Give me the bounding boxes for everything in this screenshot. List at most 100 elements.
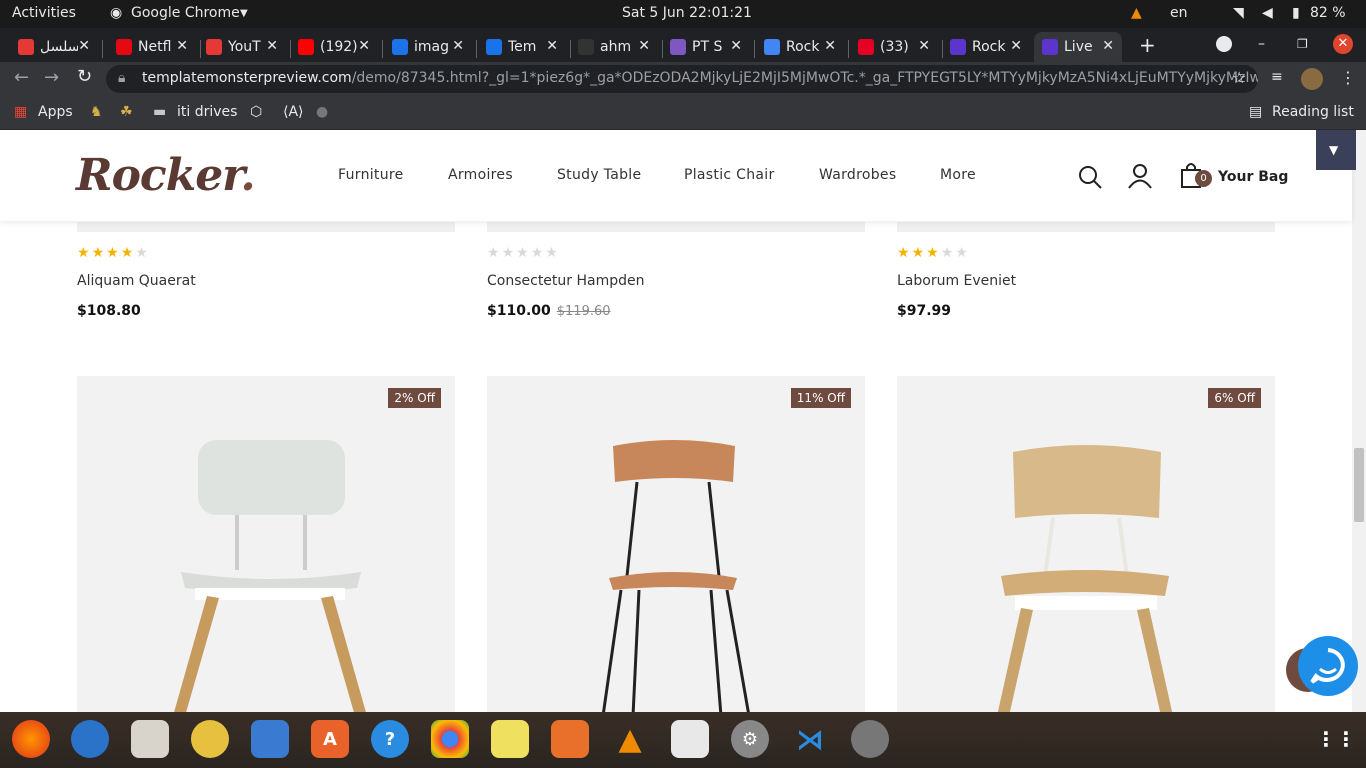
nav-armoires[interactable]: Armoires: [448, 167, 513, 183]
tab-close-icon[interactable]: ✕: [638, 38, 650, 54]
tab-close-icon[interactable]: ✕: [266, 38, 278, 54]
language-indicator[interactable]: en: [1170, 5, 1188, 21]
tab-favicon: [486, 39, 502, 55]
dropdown-toggle[interactable]: ▼: [1316, 130, 1356, 170]
vlc-tray-icon[interactable]: ▲: [1131, 5, 1142, 21]
minimize-button[interactable]: –: [1258, 36, 1265, 52]
tab-close-icon[interactable]: ✕: [452, 38, 464, 54]
tab-7[interactable]: PT S ✕: [662, 32, 750, 62]
product-name[interactable]: Consectetur Hampden: [487, 273, 645, 289]
nav-more[interactable]: More: [940, 167, 976, 183]
tab-5[interactable]: Tem ✕: [478, 32, 566, 62]
discount-badge: 11% Off: [790, 388, 851, 408]
tab-9[interactable]: (33) ✕: [850, 32, 938, 62]
star-empty-icon: ★: [530, 245, 546, 261]
show-apps-icon[interactable]: ⋮⋮: [1316, 720, 1356, 758]
close-window-button[interactable]: ✕: [1333, 34, 1353, 54]
tab-8[interactable]: Rock ✕: [756, 32, 844, 62]
search-icon[interactable]: [1077, 164, 1103, 190]
product-name[interactable]: Laborum Eveniet: [897, 273, 1016, 289]
tab-1[interactable]: Netfl ✕: [108, 32, 196, 62]
tab-search-icon[interactable]: [1216, 36, 1232, 52]
rhythmbox-icon[interactable]: [191, 720, 229, 758]
tab-3[interactable]: (192) ✕: [290, 32, 378, 62]
tab-close-icon[interactable]: ✕: [730, 38, 742, 54]
product-image[interactable]: 11% Off: [487, 376, 865, 712]
tab-close-icon[interactable]: ✕: [1102, 38, 1114, 54]
thunderbird-icon[interactable]: [71, 720, 109, 758]
menu-icon[interactable]: ⋮: [1340, 68, 1356, 87]
bookmark-apps[interactable]: Apps: [38, 104, 73, 120]
scrollbar-thumb[interactable]: [1354, 448, 1364, 522]
bookmark-icon-3[interactable]: ⟨A⟩: [283, 104, 304, 120]
chrome-dock-icon[interactable]: [431, 720, 469, 758]
disk-icon[interactable]: [851, 720, 889, 758]
back-icon[interactable]: ←: [14, 67, 29, 88]
new-tab-button[interactable]: +: [1139, 33, 1156, 57]
tab-title: Rock: [786, 39, 820, 55]
tab-close-icon[interactable]: ✕: [176, 38, 188, 54]
product-name[interactable]: Aliquam Quaerat: [77, 273, 196, 289]
wifi-icon[interactable]: ◥: [1233, 5, 1244, 21]
tab-close-icon[interactable]: ✕: [546, 38, 558, 54]
nav-study-table[interactable]: Study Table: [557, 167, 641, 183]
tab-close-icon[interactable]: ✕: [824, 38, 836, 54]
software-center-icon[interactable]: A: [311, 720, 349, 758]
nav-wardrobes[interactable]: Wardrobes: [819, 167, 896, 183]
site-logo[interactable]: Rocker.: [76, 150, 256, 201]
your-bag-link[interactable]: Your Bag: [1218, 169, 1288, 185]
page-scrollbar[interactable]: [1352, 130, 1366, 712]
forward-icon[interactable]: →: [44, 67, 59, 88]
nav-plastic-chair[interactable]: Plastic Chair: [684, 167, 775, 183]
document-viewer-icon[interactable]: [671, 720, 709, 758]
firefox-icon[interactable]: [12, 720, 50, 758]
bookmark-iti-drives[interactable]: iti drives: [177, 104, 237, 120]
sticky-notes-icon[interactable]: [491, 720, 529, 758]
reading-list[interactable]: Reading list: [1272, 104, 1354, 120]
nav-furniture[interactable]: Furniture: [338, 167, 404, 183]
github-icon[interactable]: ●: [316, 104, 328, 120]
help-icon[interactable]: ?: [371, 720, 409, 758]
vlc-icon[interactable]: ▲: [611, 720, 649, 758]
battery-icon[interactable]: ▮: [1292, 5, 1300, 21]
volume-icon[interactable]: ◀: [1262, 5, 1273, 21]
media-control-icon[interactable]: ≡: [1271, 69, 1283, 85]
profile-avatar[interactable]: [1301, 68, 1323, 90]
url-domain: templatemonsterpreview.com: [142, 70, 352, 86]
tab-close-icon[interactable]: ✕: [358, 38, 370, 54]
writer-icon[interactable]: [251, 720, 289, 758]
app-menu[interactable]: Google Chrome: [131, 5, 240, 21]
tab-2[interactable]: YouT ✕: [198, 32, 286, 62]
files-icon[interactable]: [131, 720, 169, 758]
impress-icon[interactable]: [551, 720, 589, 758]
maximize-button[interactable]: ❐: [1297, 37, 1308, 51]
tab-close-icon[interactable]: ✕: [78, 38, 90, 54]
bookmarks-bar: ▦ Apps ♞ ☘ ▬ iti drives ⬡ ⟨A⟩ ● ▤ Readin…: [0, 96, 1366, 130]
reload-icon[interactable]: ↻: [77, 66, 92, 87]
vscode-icon[interactable]: ⋊: [791, 720, 829, 758]
bookmark-icon-2[interactable]: ☘: [120, 104, 133, 120]
tab-close-icon[interactable]: ✕: [918, 38, 930, 54]
live-chat-button[interactable]: [1298, 636, 1358, 696]
codepen-icon[interactable]: ⬡: [250, 104, 262, 120]
product-image[interactable]: 2% Off: [77, 376, 455, 712]
tab-close-icon[interactable]: ✕: [1010, 38, 1022, 54]
tab-6[interactable]: ahm ✕: [570, 32, 658, 62]
tab-4[interactable]: imag ✕: [384, 32, 472, 62]
product-image[interactable]: 6% Off: [897, 376, 1275, 712]
settings-icon[interactable]: ⚙: [731, 720, 769, 758]
user-icon[interactable]: [1127, 163, 1153, 189]
bookmark-icon-1[interactable]: ♞: [90, 104, 103, 120]
clock[interactable]: Sat 5 Jun 22:01:21: [622, 5, 752, 21]
address-bar[interactable]: 🔒︎ templatemonsterpreview.com/demo/87345…: [106, 65, 1258, 93]
activities-button[interactable]: Activities: [12, 5, 76, 21]
tab-10[interactable]: Rock ✕: [942, 32, 1030, 62]
folder-icon: ▬: [153, 104, 167, 120]
chat-bubble-icon: [1310, 648, 1345, 684]
tab-0[interactable]: مسلسل✕: [10, 32, 98, 62]
caret-down-icon: ▼: [1329, 143, 1339, 157]
bookmark-star-icon[interactable]: ☆: [1232, 68, 1246, 87]
tab-title: imag: [414, 39, 449, 55]
tab-favicon: [950, 39, 966, 55]
tab-11[interactable]: Live ✕: [1034, 32, 1122, 62]
